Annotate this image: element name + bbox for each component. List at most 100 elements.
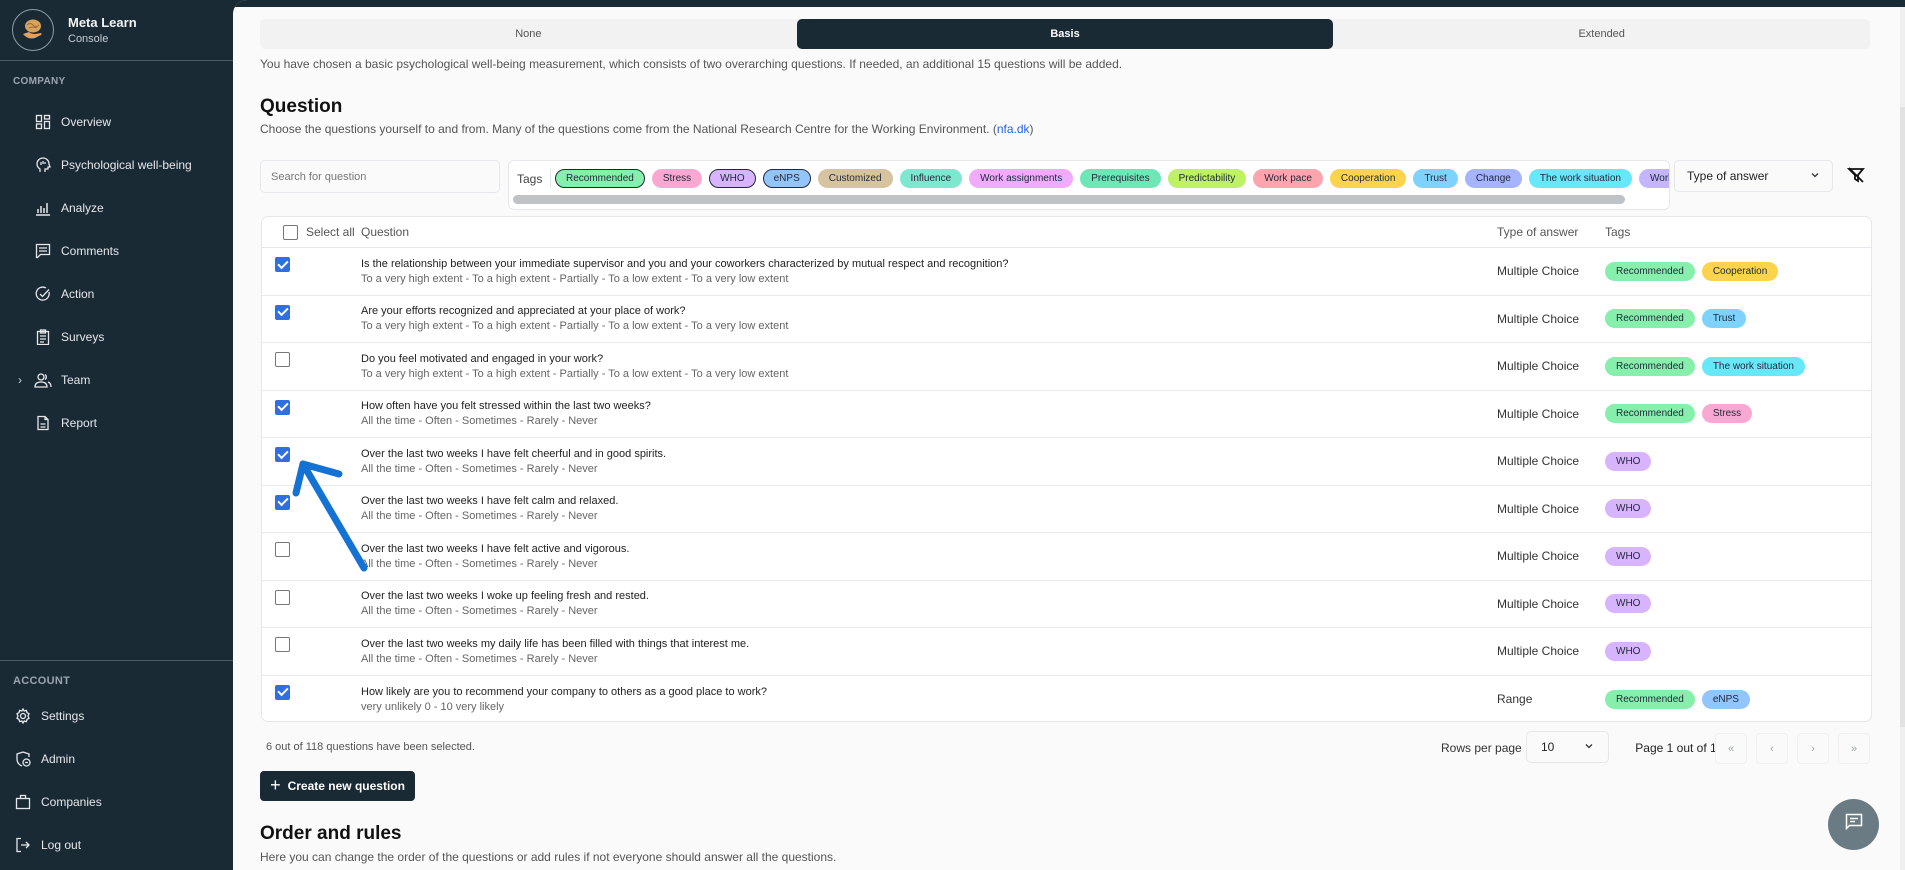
sidebar-item-action[interactable]: Action [0, 272, 233, 315]
filter-tag-chip[interactable]: The work situation [1528, 169, 1632, 188]
table-row[interactable]: Over the last two weeks I have felt acti… [262, 533, 1871, 581]
sidebar-item-label: Surveys [61, 329, 105, 344]
type-of-answer-cell: Multiple Choice [1497, 644, 1580, 659]
tags-cell: WHO [1605, 641, 1871, 661]
sidebar-item-label: Admin [41, 751, 76, 766]
question-text: Do you feel motivated and engaged in you… [361, 352, 604, 365]
row-checkbox[interactable] [275, 399, 290, 415]
question-cell: Over the last two weeks I have felt calm… [361, 495, 1497, 522]
filter-tag-chip[interactable]: Cooperation [1329, 169, 1407, 188]
table-row[interactable]: Do you feel motivated and engaged in you… [262, 343, 1871, 391]
type-of-answer-cell: Multiple Choice [1497, 596, 1580, 611]
row-checkbox[interactable] [275, 494, 290, 510]
measurement-option-basis[interactable]: Basis [796, 19, 1334, 49]
measurement-option-extended[interactable]: Extended [1333, 19, 1870, 49]
top-strip [233, 0, 1905, 7]
filter-tag-chip[interactable]: WHO [709, 169, 756, 188]
next-page-button[interactable]: › [1797, 733, 1829, 764]
page-scrollbar-thumb[interactable] [1900, 107, 1905, 727]
sidebar-item-label: Action [61, 286, 95, 301]
brand-subtitle: Console [68, 33, 109, 45]
last-page-button[interactable]: » [1838, 733, 1870, 764]
brand-header[interactable]: Meta Learn Console [0, 0, 233, 61]
measurement-option-none[interactable]: None [260, 19, 797, 49]
selected-count: 6 out of 118 questions have been selecte… [266, 741, 475, 753]
previous-page-button[interactable]: ‹ [1756, 733, 1788, 764]
question-text: Over the last two weeks I have felt calm… [361, 495, 619, 508]
sidebar-item-psychological-well-being[interactable]: Psychological well-being [0, 143, 233, 186]
row-checkbox[interactable] [275, 589, 290, 605]
nfa-link[interactable]: nfa.dk [997, 122, 1030, 136]
sidebar-item-team[interactable]: › Team [0, 358, 233, 401]
sidebar-divider [0, 660, 233, 661]
filter-tag-chip[interactable]: Customized [817, 169, 893, 188]
sidebar-item-report[interactable]: Report [0, 401, 233, 444]
row-checkbox[interactable] [275, 637, 290, 652]
sidebar-item-companies[interactable]: Companies [0, 780, 233, 823]
table-row[interactable]: Over the last two weeks I woke up feelin… [262, 581, 1871, 628]
row-checkbox[interactable] [275, 684, 290, 700]
question-cell: Are your efforts recognized and apprecia… [361, 305, 1497, 332]
filter-tag-chip[interactable]: Prerequisites [1080, 169, 1161, 188]
table-row[interactable]: Is the relationship between your immedia… [262, 248, 1871, 296]
row-select-cell [262, 581, 361, 605]
first-page-button[interactable]: « [1715, 733, 1747, 764]
header-tags: Tags [1605, 225, 1631, 239]
answer-options: All the time - Often - Sometimes - Rarel… [361, 415, 598, 428]
answer-options: All the time - Often - Sometimes - Rarel… [361, 510, 598, 523]
filter-tag-chip[interactable]: Work pace [1253, 169, 1323, 188]
table-row[interactable]: Over the last two weeks I have felt calm… [262, 486, 1871, 533]
row-checkbox[interactable] [275, 257, 290, 272]
type-of-answer-cell: Multiple Choice [1497, 311, 1580, 326]
table-row[interactable]: Over the last two weeks my daily life ha… [262, 628, 1871, 676]
table-row[interactable]: Over the last two weeks I have felt chee… [262, 438, 1871, 486]
filter-tag-chip[interactable]: Work assignments [969, 169, 1074, 188]
filter-tag-chip[interactable]: Recommended [555, 169, 645, 188]
row-checkbox[interactable] [275, 352, 290, 367]
filter-tag-chip[interactable]: Change [1464, 169, 1522, 188]
account-section-label: ACCOUNT [13, 675, 71, 687]
question-cell: How often have you felt stressed within … [361, 400, 1497, 427]
bar-chart-icon [34, 199, 52, 217]
row-checkbox[interactable] [275, 304, 290, 320]
clear-filter-icon[interactable] [1846, 165, 1866, 185]
filter-tag-chip[interactable]: eNPS [762, 169, 811, 188]
plus-icon: + [270, 775, 281, 795]
measurement-description: You have chosen a basic psychological we… [260, 57, 1123, 71]
question-cell: Over the last two weeks I have felt acti… [361, 543, 1497, 570]
tags-cell: WHO [1605, 451, 1871, 471]
filter-tag-chip[interactable]: Influence [899, 169, 963, 188]
table-row[interactable]: Are your efforts recognized and apprecia… [262, 296, 1871, 343]
row-checkbox[interactable] [275, 542, 290, 557]
sidebar-item-log-out[interactable]: Log out [0, 823, 233, 866]
row-checkbox[interactable] [275, 447, 290, 462]
table-row[interactable]: How likely are you to recommend your com… [262, 676, 1871, 722]
rows-per-page-label: Rows per page [1441, 741, 1522, 755]
question-tag-chip: Stress [1701, 404, 1753, 424]
create-new-question-button[interactable]: + Create new question [260, 771, 415, 801]
tags-horizontal-scrollbar[interactable] [513, 195, 1625, 204]
sidebar-item-analyze[interactable]: Analyze [0, 186, 233, 229]
chevron-right-icon[interactable]: › [18, 373, 22, 387]
main-content: None Basis Extended You have chosen a ba… [233, 0, 1905, 870]
chevron-down-icon [1584, 740, 1594, 754]
rows-per-page-select[interactable]: 10 [1526, 731, 1609, 763]
filter-tag-chip[interactable]: Work and private life [1639, 169, 1669, 188]
sidebar-item-surveys[interactable]: Surveys [0, 315, 233, 358]
sidebar-item-overview[interactable]: Overview [0, 100, 233, 143]
sidebar-item-admin[interactable]: Admin [0, 737, 233, 780]
search-question-input[interactable] [260, 160, 500, 193]
sidebar-item-settings[interactable]: Settings [0, 694, 233, 737]
tags-cell: WHO [1605, 546, 1871, 566]
question-text: Over the last two weeks I woke up feelin… [361, 590, 649, 603]
type-of-answer-select[interactable]: Type of answer [1674, 160, 1833, 192]
chat-button[interactable] [1828, 799, 1879, 850]
question-text: Over the last two weeks I have felt chee… [361, 447, 667, 460]
filter-tag-chip[interactable]: Stress [651, 169, 703, 188]
header-type-of-answer: Type of answer [1497, 225, 1579, 239]
table-row[interactable]: How often have you felt stressed within … [262, 391, 1871, 438]
sidebar-item-comments[interactable]: Comments [0, 229, 233, 272]
select-all-checkbox[interactable] [283, 224, 298, 240]
filter-tag-chip[interactable]: Trust [1413, 169, 1458, 188]
filter-tag-chip[interactable]: Predictability [1167, 169, 1247, 188]
